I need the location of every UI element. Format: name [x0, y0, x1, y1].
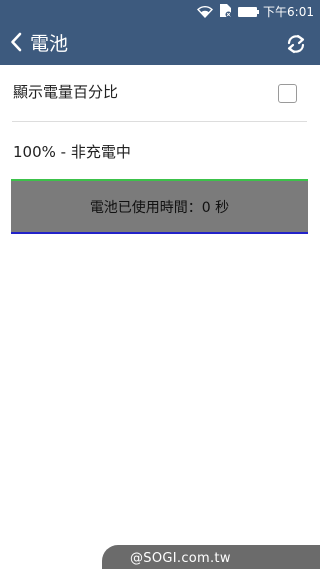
sim-card-icon — [219, 3, 232, 22]
back-button[interactable] — [6, 32, 26, 56]
page-title: 電池 — [30, 33, 69, 55]
divider — [12, 121, 307, 122]
refresh-button[interactable] — [284, 32, 308, 56]
status-bar: 下午6:01 — [0, 0, 320, 24]
chevron-left-icon — [10, 32, 22, 56]
show-percentage-checkbox[interactable] — [278, 84, 297, 103]
battery-usage-caption: 電池已使用時間：0 秒 — [89, 199, 230, 216]
graph-bottom-line — [11, 232, 308, 234]
battery-icon — [238, 3, 260, 22]
battery-status-text: 100% - 非充電中 — [13, 143, 131, 161]
show-percentage-label: 顯示電量百分比 — [13, 83, 119, 101]
watermark: @SOGI.com.tw — [102, 545, 320, 569]
status-icons — [197, 3, 260, 22]
battery-usage-graph[interactable]: 電池已使用時間：0 秒 — [11, 179, 308, 236]
app-bar: 電池 — [0, 24, 320, 65]
show-percentage-row[interactable]: 顯示電量百分比 — [0, 65, 320, 121]
wifi-icon — [197, 3, 213, 22]
refresh-icon — [284, 34, 308, 60]
status-time: 下午6:01 — [263, 5, 314, 19]
watermark-text: @SOGI.com.tw — [130, 551, 231, 566]
